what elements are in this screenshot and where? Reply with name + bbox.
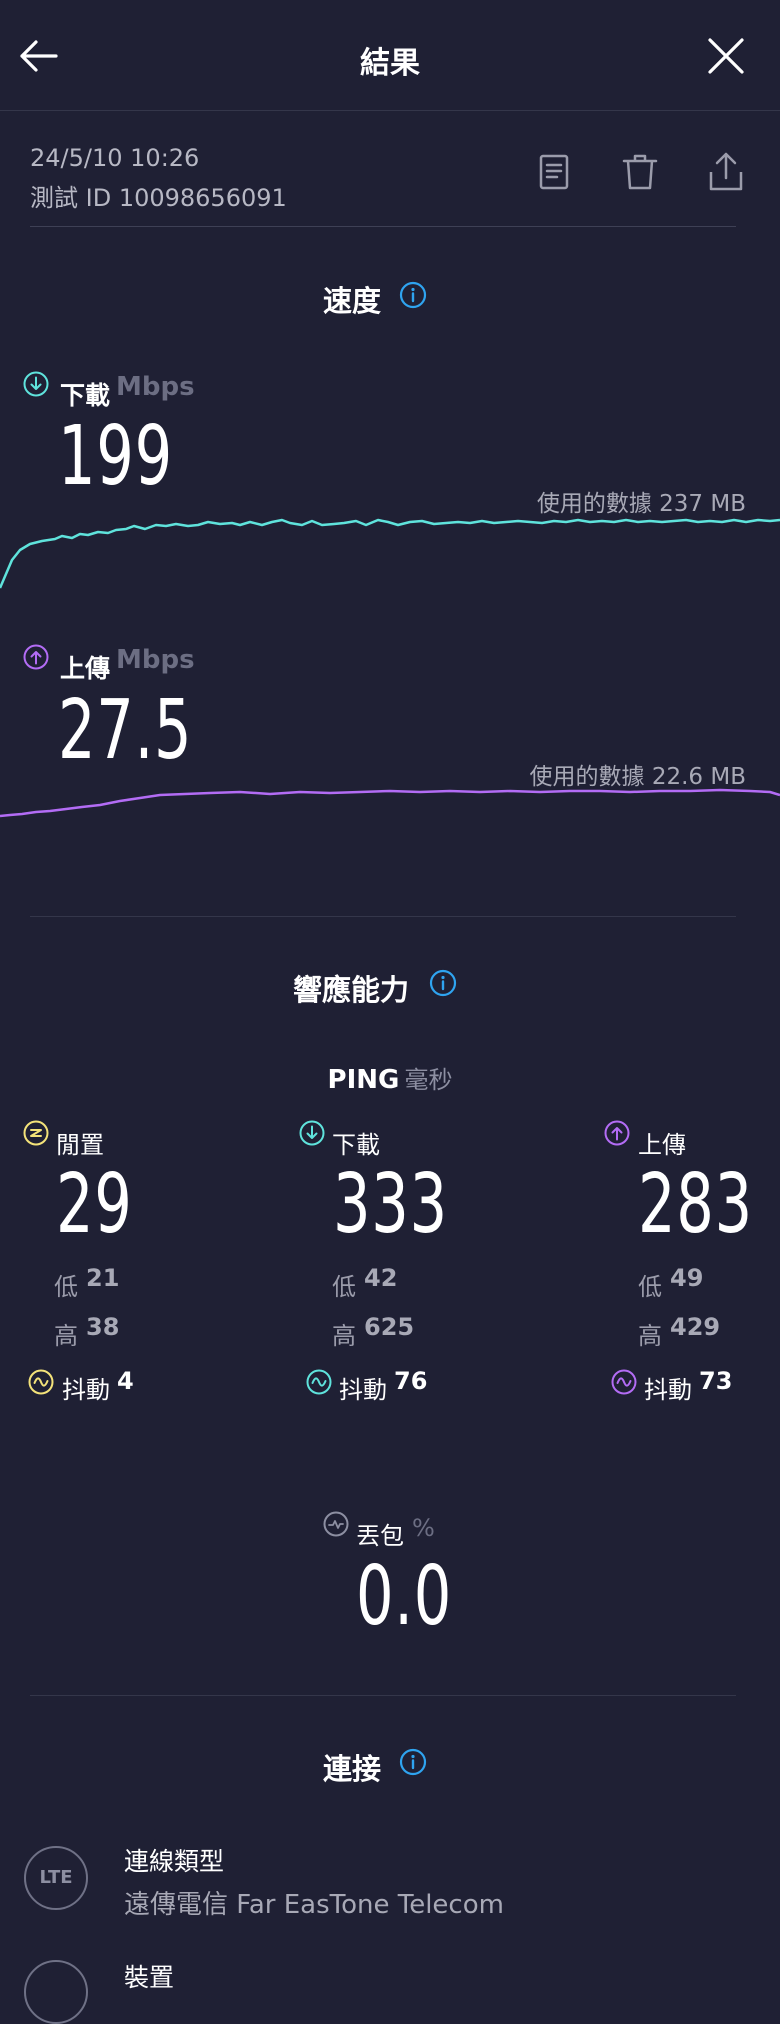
meta-divider: [30, 226, 736, 227]
lte-badge-text: LTE: [39, 1867, 73, 1888]
idle-low-value: 21: [86, 1264, 120, 1292]
connection-type-value: 遠傳電信 Far EasTone Telecom: [124, 1890, 504, 1920]
test-id: 測試 ID 10098656091: [30, 184, 287, 212]
test-date: 24/5/10 10:26: [30, 144, 200, 172]
idle-jitter-value: 4: [117, 1367, 134, 1395]
section-divider: [30, 1695, 736, 1696]
packet-loss-label: 丟包: [356, 1522, 404, 1550]
low-label: 低: [332, 1273, 356, 1301]
page-title: 結果: [360, 46, 420, 81]
share-icon[interactable]: [706, 150, 746, 194]
download-label: 下載: [60, 381, 111, 410]
speed-section-title: 速度: [323, 284, 382, 318]
upload-jitter-value: 73: [699, 1367, 733, 1395]
jitter-label: 抖動: [62, 1376, 110, 1404]
jitter-label: 抖動: [339, 1376, 387, 1404]
download-ping-icon: [299, 1120, 325, 1146]
upload-arrow-icon: [23, 644, 49, 670]
jitter-icon: [28, 1369, 54, 1395]
download-speed-value: 199: [58, 409, 173, 504]
ping-title: PING 毫秒: [0, 1060, 780, 1095]
trash-icon[interactable]: [620, 150, 660, 194]
info-icon[interactable]: [428, 968, 458, 998]
device-label: 裝置: [124, 1963, 175, 1992]
upload-speed-graph: [0, 788, 780, 818]
responsiveness-section-title: 響應能力: [293, 973, 410, 1007]
connection-type-label: 連線類型: [124, 1847, 225, 1876]
lte-icon: LTE: [24, 1846, 88, 1910]
jitter-icon: [611, 1369, 637, 1395]
download-ping-label: 下載: [332, 1131, 380, 1159]
download-speed-graph: [0, 518, 780, 589]
packet-loss-value: 0.0: [356, 1549, 453, 1644]
ping-label: PING: [327, 1065, 400, 1095]
upload-speed-value: 27.5: [58, 683, 193, 778]
idle-high-value: 38: [86, 1313, 120, 1341]
idle-ping-icon: [23, 1120, 49, 1146]
high-label: 高: [638, 1322, 662, 1350]
idle-label: 閒置: [56, 1131, 104, 1159]
high-label: 高: [332, 1322, 356, 1350]
connection-section-title: 連接: [323, 1752, 382, 1786]
upload-ping-value: 283: [638, 1157, 753, 1252]
jitter-label: 抖動: [644, 1376, 692, 1404]
close-icon[interactable]: [704, 34, 748, 78]
idle-ping-value: 29: [56, 1157, 133, 1252]
packet-loss-unit: %: [412, 1514, 435, 1542]
upload-ping-label: 上傳: [638, 1131, 686, 1159]
info-icon[interactable]: [398, 1747, 428, 1777]
upload-ping-icon: [604, 1120, 630, 1146]
low-label: 低: [54, 1273, 78, 1301]
jitter-icon: [306, 1369, 332, 1395]
download-low-value: 42: [364, 1264, 398, 1292]
download-ping-value: 333: [333, 1157, 448, 1252]
section-divider: [30, 916, 736, 917]
upload-label: 上傳: [60, 654, 111, 683]
upload-unit: Mbps: [116, 645, 195, 675]
upload-high-value: 429: [670, 1313, 721, 1341]
document-icon[interactable]: [534, 150, 574, 194]
download-unit: Mbps: [116, 372, 195, 402]
download-jitter-value: 76: [394, 1367, 428, 1395]
high-label: 高: [54, 1322, 78, 1350]
packet-loss-icon: [323, 1511, 349, 1537]
download-arrow-icon: [23, 371, 49, 397]
download-high-value: 625: [364, 1313, 415, 1341]
low-label: 低: [638, 1273, 662, 1301]
info-icon[interactable]: [398, 280, 428, 310]
device-icon: [24, 1960, 88, 2024]
ping-unit: 毫秒: [404, 1066, 453, 1094]
header-bar: 結果: [0, 0, 780, 111]
upload-low-value: 49: [670, 1264, 704, 1292]
